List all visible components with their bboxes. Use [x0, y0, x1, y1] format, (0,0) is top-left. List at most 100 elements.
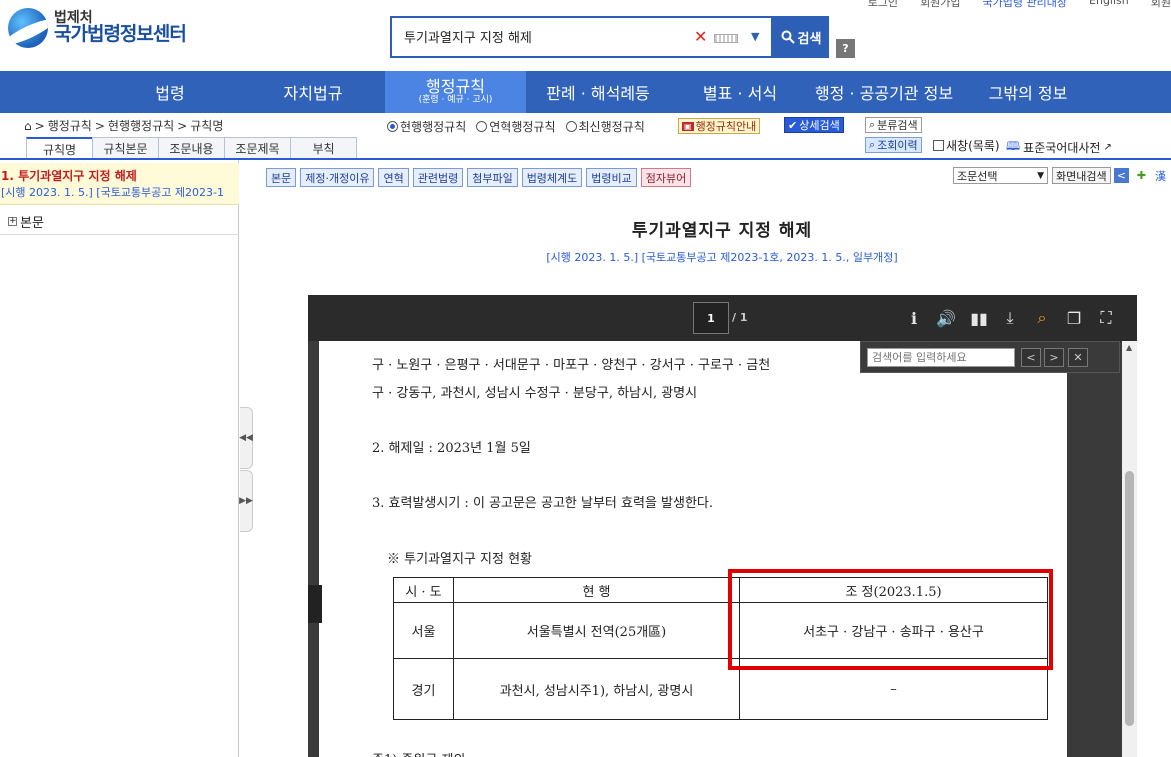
collapse-panel-handle[interactable]: ◀◀ — [239, 407, 253, 469]
pdf-viewer: 1 / 1 i 🔊 ▮▮ ⤓ ⌕ ❐ ⛶ 구 · 노원구 · 은평구 · 서대문… — [308, 295, 1137, 757]
left-divider — [0, 234, 239, 235]
signup-link[interactable]: 회원가입 — [920, 0, 960, 10]
site-logo[interactable]: 법제처 국가법령정보센터 — [8, 8, 187, 48]
rule-type-radios: 현행행정규칙 연혁행정규칙 최신행정규칙 — [387, 118, 645, 135]
attachments-button[interactable]: 첨부파일 — [467, 168, 518, 187]
nav-precedents[interactable]: 판례 · 해석례등 — [528, 71, 668, 113]
search-button[interactable]: 검색 — [773, 16, 829, 58]
fullscreen-icon[interactable]: ⛶ — [1095, 307, 1117, 329]
rule-guide-button[interactable]: ▣ 행정규칙안내 — [678, 118, 761, 134]
logo-main-text: 국가법령정보센터 — [54, 23, 187, 46]
dictionary-link[interactable]: 🕮 표준국어대사전 ↗ — [1006, 137, 1112, 158]
breadcrumb-rule-name: 규칙명 — [190, 119, 224, 133]
tab-rule-name[interactable]: 규칙명 — [26, 137, 93, 159]
nav-agency-info[interactable]: 행정 · 공공기관 정보 — [806, 71, 962, 113]
table-header: 현 행 — [582, 584, 611, 600]
login-link[interactable]: 로그인 — [868, 0, 898, 10]
page-line: 구 · 강동구, 과천시, 성남시 수정구 · 분당구, 하남시, 광명시 — [372, 386, 698, 401]
home-icon[interactable]: ⌂ — [24, 119, 32, 133]
help-button[interactable]: ? — [836, 39, 855, 58]
clear-icon[interactable]: ✕ — [694, 27, 707, 46]
expand-panel-handle[interactable]: ▶▶ — [239, 470, 253, 532]
viewer-toolbar: 1 / 1 i 🔊 ▮▮ ⤓ ⌕ ❐ ⛶ — [308, 295, 1137, 341]
find-input[interactable] — [867, 348, 1015, 367]
new-window-checkbox[interactable]: 새창(목록) — [933, 137, 1000, 154]
viewer-side-handle[interactable] — [308, 585, 322, 623]
breadcrumb-current-rules[interactable]: 현행행정규칙 — [108, 117, 174, 134]
table-cell: 과천시, 성남시주1), 하남시, 광명시 — [499, 683, 694, 699]
tab-article-content[interactable]: 조문내용 — [158, 137, 225, 159]
page-line: 구 · 노원구 · 은평구 · 서대문구 · 마포구 · 양천구 · 강서구 ·… — [372, 358, 771, 373]
nav-laws[interactable]: 법령 — [100, 71, 240, 113]
registry-link[interactable]: 국가법령 관리대장 — [983, 0, 1067, 10]
result-item[interactable]: 1. 투기과열지구 지정 해제 [시행 2023. 1. 5.] [국토교통부공… — [0, 163, 239, 205]
nav-forms[interactable]: 별표 · 서식 — [670, 71, 810, 113]
speaker-icon[interactable]: 🔊 — [935, 307, 957, 329]
scroll-up-icon[interactable]: ▲ — [1126, 343, 1132, 352]
nav-admin-rules[interactable]: 행정규칙 (훈령 · 예규 · 고시) — [385, 71, 526, 113]
nav-other-info[interactable]: 그밖의 정보 — [966, 71, 1090, 113]
member-link[interactable]: 회원 — [1151, 0, 1171, 10]
nav-local-laws[interactable]: 자치법규 — [243, 71, 383, 113]
new-window-checkbox-box[interactable] — [933, 140, 944, 151]
detail-search-icon: ✔ — [788, 118, 798, 132]
document-subtitle: [시행 2023. 1. 5.] [국토교통부공고 제2023-1호, 2023… — [546, 251, 898, 264]
main-nav: 법령 자치법규 행정규칙 (훈령 · 예규 · 고시) 판례 · 해석례등 별표… — [0, 71, 1171, 113]
law-compare-button[interactable]: 법령비교 — [586, 168, 637, 187]
breadcrumb-separator: > — [34, 118, 45, 133]
search-input[interactable] — [404, 29, 664, 44]
tab-rule-body[interactable]: 규칙본문 — [92, 137, 159, 159]
page-number-input[interactable]: 1 — [693, 302, 729, 334]
chevron-down-icon: ▼ — [1037, 170, 1044, 181]
hanja-icon[interactable]: 漢 — [1153, 168, 1168, 183]
download-icon[interactable]: ⤓ — [999, 307, 1021, 329]
table-cell: 경기 — [411, 683, 436, 699]
braille-viewer-button[interactable]: 점자뷰어 — [640, 168, 692, 187]
page-footnote: 주1) 중원구 제외 — [372, 749, 465, 757]
history-tab-button[interactable]: 연혁 — [378, 168, 409, 187]
annotation-highlight-box — [728, 569, 1053, 670]
find-close-icon[interactable]: ✕ — [1068, 348, 1088, 367]
related-laws-button[interactable]: 관련법령 — [412, 168, 464, 187]
tree-node-label: 본문 — [20, 216, 44, 231]
page-total: / 1 — [732, 311, 748, 324]
law-structure-button[interactable]: 법령체계도 — [521, 168, 583, 187]
content-toolbar: 본문 제정·개정이유 연혁 관련법령 첨부파일 법령체계도 법령비교 점자뷰어 — [266, 168, 692, 187]
body-button[interactable]: 본문 — [266, 168, 297, 187]
tab-article-title[interactable]: 조문제목 — [224, 137, 291, 159]
in-page-search-button[interactable]: 화면내검색 — [1052, 167, 1111, 184]
single-page-icon[interactable]: ▮▮ — [968, 307, 990, 329]
expand-right-icon: ▶▶ — [239, 496, 253, 506]
find-prev-icon[interactable]: < — [1021, 348, 1041, 367]
keyboard-icon[interactable] — [714, 34, 738, 43]
share-icon[interactable]: < — [1114, 168, 1129, 183]
info-icon[interactable]: i — [903, 307, 925, 329]
viewer-scrollbar[interactable]: ▲ — [1122, 341, 1137, 757]
article-select[interactable]: 조문선택 ▼ — [953, 167, 1048, 184]
tab-addenda[interactable]: 부칙 — [290, 137, 357, 159]
logo-mark-icon — [8, 8, 48, 48]
detail-search-button[interactable]: ✔ 상세검색 — [784, 117, 844, 133]
plugin-icon[interactable]: ✚ — [1134, 168, 1149, 183]
nav-admin-rules-label: 행정규칙 — [426, 76, 485, 96]
english-link[interactable]: English — [1089, 0, 1129, 10]
radio-history-rules[interactable]: 연혁행정규칙 — [476, 118, 556, 135]
search-icon — [781, 30, 795, 44]
dropdown-arrow-icon[interactable]: ▼ — [751, 30, 759, 43]
result-item-title[interactable]: 1. 투기과열지구 지정 해제 — [0, 167, 239, 184]
tree-node-body[interactable]: + 본문 — [8, 212, 44, 231]
expand-icon[interactable]: + — [8, 217, 17, 226]
find-icon[interactable]: ⌕ — [1031, 307, 1053, 329]
radio-latest-rules[interactable]: 최신행정규칙 — [565, 118, 645, 135]
view-history-button[interactable]: ⌕ 조회이력 — [865, 137, 922, 153]
scrollbar-thumb[interactable] — [1125, 471, 1134, 726]
radio-current-rules[interactable]: 현행행정규칙 — [387, 118, 466, 135]
search-scope-tabs: 규칙명 규칙본문 조문내용 조문제목 부칙 — [26, 137, 357, 159]
find-next-icon[interactable]: > — [1044, 348, 1064, 367]
table-cell: 서울특별시 전역(25개區) — [526, 625, 667, 640]
category-search-button[interactable]: ⌕ 분류검색 — [865, 117, 922, 133]
left-result-panel: 1. 투기과열지구 지정 해제 [시행 2023. 1. 5.] [국토교통부공… — [0, 160, 239, 757]
revision-reason-button[interactable]: 제정·개정이유 — [300, 168, 375, 187]
copy-icon[interactable]: ❐ — [1063, 307, 1085, 329]
breadcrumb-admin-rules[interactable]: 행정규칙 — [48, 117, 92, 134]
